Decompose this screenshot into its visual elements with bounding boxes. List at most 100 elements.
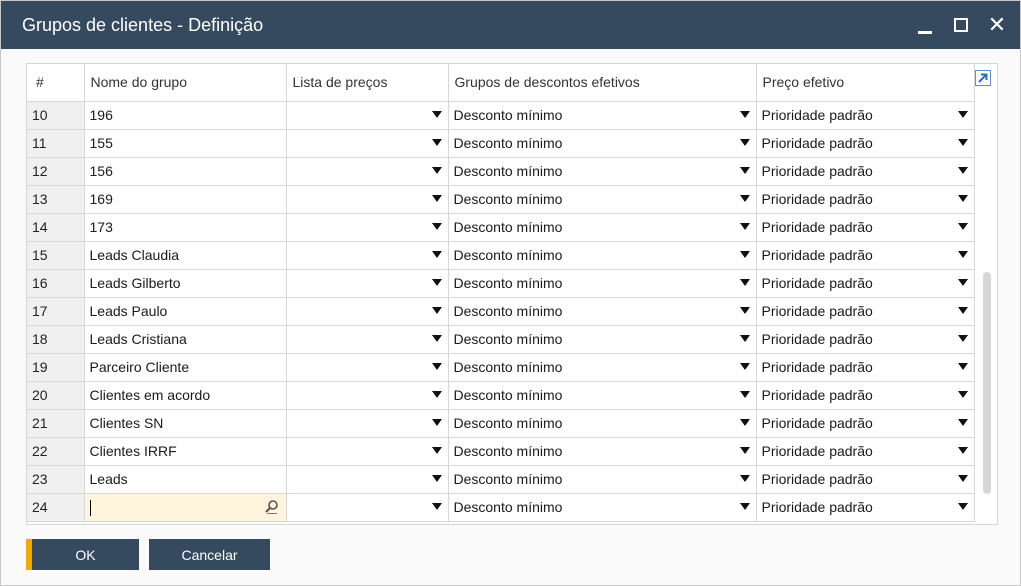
dropdown-arrow-icon[interactable] (957, 334, 968, 342)
discount-group-dropdown[interactable]: Desconto mínimo (448, 297, 757, 326)
dropdown-arrow-icon[interactable] (739, 418, 750, 426)
dropdown-arrow-icon[interactable] (431, 222, 442, 230)
dropdown-arrow-icon[interactable] (431, 250, 442, 258)
column-header-discount-groups[interactable]: Grupos de descontos efetivos (448, 64, 757, 102)
price-list-dropdown[interactable] (286, 213, 449, 242)
table-row[interactable]: 15 Leads Claudia Desconto mínimo Prioridade… (27, 241, 975, 270)
vertical-scrollbar[interactable] (983, 272, 991, 494)
dropdown-arrow-icon[interactable] (431, 138, 442, 146)
column-header-number[interactable]: # (27, 64, 85, 102)
table-row[interactable]: 18 Leads Cristiana Desconto mínimo Priorida… (27, 325, 975, 354)
price-list-dropdown[interactable] (286, 409, 449, 438)
dropdown-arrow-icon[interactable] (957, 446, 968, 454)
effective-price-dropdown[interactable]: Prioridade padrão (756, 185, 975, 214)
dropdown-arrow-icon[interactable] (431, 194, 442, 202)
dropdown-arrow-icon[interactable] (431, 278, 442, 286)
dropdown-arrow-icon[interactable] (957, 418, 968, 426)
dropdown-arrow-icon[interactable] (431, 362, 442, 370)
cancel-button[interactable]: Cancelar (149, 539, 270, 570)
group-name-cell[interactable]: 156 (84, 157, 287, 186)
group-name-cell[interactable]: Leads Cristiana (84, 325, 287, 354)
dropdown-arrow-icon[interactable] (431, 446, 442, 454)
table-row[interactable]: 20 Clientes em acordo Desconto mínimo Prior… (27, 381, 975, 410)
dropdown-arrow-icon[interactable] (431, 502, 442, 510)
dropdown-arrow-icon[interactable] (431, 418, 442, 426)
discount-group-dropdown[interactable]: Desconto mínimo (448, 269, 757, 298)
dropdown-arrow-icon[interactable] (431, 306, 442, 314)
discount-group-dropdown[interactable]: Desconto mínimo (448, 185, 757, 214)
dropdown-arrow-icon[interactable] (431, 390, 442, 398)
dropdown-arrow-icon[interactable] (957, 390, 968, 398)
effective-price-dropdown[interactable]: Prioridade padrão (756, 213, 975, 242)
effective-price-dropdown[interactable]: Prioridade padrão (756, 493, 975, 522)
dropdown-arrow-icon[interactable] (957, 278, 968, 286)
price-list-dropdown[interactable] (286, 269, 449, 298)
maximize-button[interactable] (948, 12, 974, 38)
group-name-cell[interactable]: Leads Claudia (84, 241, 287, 270)
discount-group-dropdown[interactable]: Desconto mínimo (448, 129, 757, 158)
minimize-button[interactable] (912, 12, 938, 38)
table-row[interactable]: 14 173 Desconto mínimo Prioridade padrão (27, 213, 975, 242)
dropdown-arrow-icon[interactable] (957, 194, 968, 202)
price-list-dropdown[interactable] (286, 437, 449, 466)
dropdown-arrow-icon[interactable] (739, 194, 750, 202)
dropdown-arrow-icon[interactable] (739, 166, 750, 174)
group-name-cell[interactable]: 169 (84, 185, 287, 214)
discount-group-dropdown[interactable]: Desconto mínimo (448, 465, 757, 494)
effective-price-dropdown[interactable]: Prioridade padrão (756, 465, 975, 494)
group-name-cell[interactable]: Clientes em acordo (84, 381, 287, 410)
price-list-dropdown[interactable] (286, 157, 449, 186)
discount-group-dropdown[interactable]: Desconto mínimo (448, 353, 757, 382)
dropdown-arrow-icon[interactable] (431, 474, 442, 482)
dropdown-arrow-icon[interactable] (431, 166, 442, 174)
dropdown-arrow-icon[interactable] (957, 250, 968, 258)
discount-group-dropdown[interactable]: Desconto mínimo (448, 493, 757, 522)
column-header-group-name[interactable]: Nome do grupo (84, 64, 287, 102)
table-row[interactable]: 12 156 Desconto mínimo Prioridade padrão (27, 157, 975, 186)
table-row[interactable]: 11 155 Desconto mínimo Prioridade padrão (27, 129, 975, 158)
dropdown-arrow-icon[interactable] (739, 110, 750, 118)
discount-group-dropdown[interactable]: Desconto mínimo (448, 409, 757, 438)
dropdown-arrow-icon[interactable] (739, 502, 750, 510)
dropdown-arrow-icon[interactable] (957, 110, 968, 118)
dropdown-arrow-icon[interactable] (739, 474, 750, 482)
table-row[interactable]: 19 Parceiro Cliente Desconto mínimo Priorid… (27, 353, 975, 382)
table-row[interactable]: 13 169 Desconto mínimo Prioridade padrão (27, 185, 975, 214)
discount-group-dropdown[interactable]: Desconto mínimo (448, 325, 757, 354)
effective-price-dropdown[interactable]: Prioridade padrão (756, 269, 975, 298)
price-list-dropdown[interactable] (286, 297, 449, 326)
effective-price-dropdown[interactable]: Prioridade padrão (756, 157, 975, 186)
dropdown-arrow-icon[interactable] (957, 502, 968, 510)
dropdown-arrow-icon[interactable] (431, 334, 442, 342)
price-list-dropdown[interactable] (286, 101, 449, 130)
group-name-input[interactable] (84, 493, 287, 522)
expand-arrow-icon[interactable] (975, 70, 991, 86)
discount-group-dropdown[interactable]: Desconto mínimo (448, 213, 757, 242)
dropdown-arrow-icon[interactable] (957, 362, 968, 370)
dropdown-arrow-icon[interactable] (739, 250, 750, 258)
table-row[interactable]: 23 Leads Desconto mínimo Prioridade padrão (27, 465, 975, 494)
price-list-dropdown[interactable] (286, 493, 449, 522)
discount-group-dropdown[interactable]: Desconto mínimo (448, 101, 757, 130)
dropdown-arrow-icon[interactable] (739, 138, 750, 146)
discount-group-dropdown[interactable]: Desconto mínimo (448, 241, 757, 270)
table-row[interactable]: 10 196 Desconto mínimo Prioridade padrão (27, 101, 975, 130)
dropdown-arrow-icon[interactable] (739, 222, 750, 230)
table-row[interactable]: 22 Clientes IRRF Desconto mínimo Prioridade… (27, 437, 975, 466)
dropdown-arrow-icon[interactable] (739, 446, 750, 454)
price-list-dropdown[interactable] (286, 129, 449, 158)
dropdown-arrow-icon[interactable] (739, 334, 750, 342)
group-name-cell[interactable]: Leads Paulo (84, 297, 287, 326)
discount-group-dropdown[interactable]: Desconto mínimo (448, 157, 757, 186)
dropdown-arrow-icon[interactable] (957, 166, 968, 174)
column-header-effective-price[interactable]: Preço efetivo (756, 64, 975, 102)
group-name-cell[interactable]: 173 (84, 213, 287, 242)
price-list-dropdown[interactable] (286, 325, 449, 354)
effective-price-dropdown[interactable]: Prioridade padrão (756, 381, 975, 410)
price-list-dropdown[interactable] (286, 185, 449, 214)
dropdown-arrow-icon[interactable] (431, 110, 442, 118)
effective-price-dropdown[interactable]: Prioridade padrão (756, 353, 975, 382)
ok-button[interactable]: OK (26, 539, 139, 570)
effective-price-dropdown[interactable]: Prioridade padrão (756, 325, 975, 354)
effective-price-dropdown[interactable]: Prioridade padrão (756, 409, 975, 438)
